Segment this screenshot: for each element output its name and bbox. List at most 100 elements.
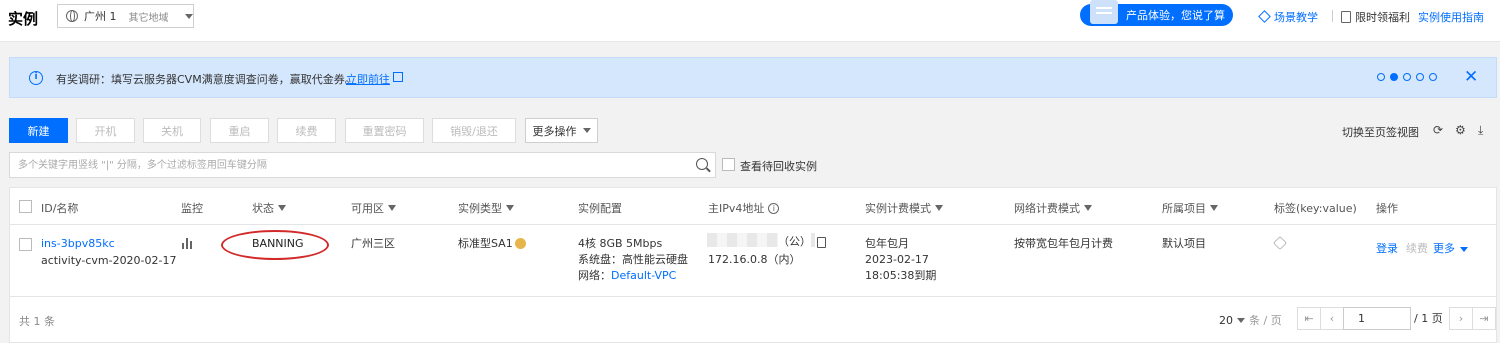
header-network-billing[interactable]: 网络计费模式	[1014, 200, 1092, 216]
monitor-chart-icon[interactable]	[182, 238, 194, 249]
network-billing-value: 按带宽包年包月计费	[1014, 237, 1113, 250]
chevron-down-icon[interactable]	[1460, 247, 1468, 252]
more-actions-button[interactable]: 更多操作	[525, 118, 598, 143]
page-title: 实例	[8, 10, 39, 28]
filter-icon[interactable]	[1084, 205, 1092, 211]
start-button[interactable]: 开机	[76, 118, 135, 143]
page-input[interactable]: 1	[1343, 307, 1411, 330]
external-link-icon[interactable]	[393, 72, 403, 82]
divider	[10, 296, 1496, 297]
vpc-link[interactable]: Default-VPC	[611, 267, 676, 284]
region-label: 广州 1	[84, 10, 117, 23]
header-actions: 操作	[1376, 200, 1398, 216]
carousel-dot-active[interactable]	[1390, 73, 1398, 81]
download-icon[interactable]: ⤓	[1478, 124, 1490, 136]
guide-link[interactable]: 实例使用指南	[1418, 9, 1484, 25]
chevron-down-icon	[582, 128, 591, 133]
zone-value: 广州三区	[351, 237, 395, 250]
refresh-icon[interactable]: ⟳	[1433, 124, 1445, 136]
filter-icon[interactable]	[935, 205, 943, 211]
select-all-checkbox[interactable]	[19, 200, 32, 213]
instance-table: ID/名称 监控 状态 可用区 实例类型 实例配置 主IPv4地址 i 实例计费模…	[9, 187, 1497, 343]
page-size-unit: 条 / 页	[1249, 314, 1282, 327]
divider	[10, 224, 1496, 225]
info-icon: i	[29, 71, 43, 85]
billing-expire: 18:05:38到期	[865, 269, 937, 282]
more-actions-label: 更多操作	[532, 124, 577, 138]
header-id-name: ID/名称	[41, 200, 78, 216]
sa1-badge-icon	[515, 238, 526, 249]
header-label: 操作	[1376, 202, 1398, 215]
carousel-dots	[1377, 73, 1437, 81]
renew-link[interactable]: 续费	[1406, 240, 1428, 257]
promo-link[interactable]: 限时领福利	[1341, 9, 1410, 25]
experience-feedback-button[interactable]: 产品体验，您说了算	[1080, 0, 1233, 26]
filter-icon[interactable]	[388, 205, 396, 211]
feedback-chat-icon	[1090, 0, 1118, 24]
carousel-dot[interactable]	[1377, 73, 1385, 81]
notice-link[interactable]: 立即前往	[346, 71, 390, 87]
scene-teaching-link[interactable]: 场景教学	[1258, 9, 1318, 25]
layers-icon	[1258, 11, 1270, 23]
experience-label: 产品体验，您说了算	[1126, 9, 1225, 22]
prev-page-button[interactable]: ‹	[1320, 307, 1344, 330]
copy-icon[interactable]	[817, 237, 826, 248]
search-input[interactable]	[10, 153, 670, 177]
header-tags: 标签(key:value)	[1274, 200, 1357, 216]
recycle-label: 查看待回收实例	[740, 160, 817, 173]
header-label: ID/名称	[41, 202, 79, 215]
header-ipv4: 主IPv4地址 i	[708, 200, 780, 216]
header-label: 实例计费模式	[865, 202, 931, 215]
private-ip: 172.16.0.8（内）	[708, 253, 801, 266]
divider	[1332, 10, 1333, 22]
row-checkbox[interactable]	[19, 238, 32, 251]
close-icon[interactable]: ✕	[1464, 67, 1478, 87]
config-line-1: 4核 8GB 5Mbps	[578, 237, 663, 250]
restart-button[interactable]: 重启	[210, 118, 269, 143]
reset-password-button[interactable]: 重置密码	[345, 118, 424, 143]
page-size-selector[interactable]: 20 条 / 页	[1219, 312, 1282, 328]
renew-button[interactable]: 续费	[277, 118, 336, 143]
help-icon[interactable]: i	[768, 202, 780, 214]
instance-id-link[interactable]: ins-3bpv85kc	[41, 235, 115, 252]
config-line-2: 系统盘：高性能云硬盘	[578, 253, 688, 266]
filter-icon[interactable]	[506, 205, 514, 211]
filter-icon[interactable]	[1210, 205, 1218, 211]
header-label: 监控	[181, 202, 203, 215]
header-project[interactable]: 所属项目	[1162, 200, 1218, 216]
carousel-dot[interactable]	[1429, 73, 1437, 81]
header-status[interactable]: 状态	[252, 200, 286, 216]
notice-text: 有奖调研：填写云服务器CVM满意度调查问卷，赢取代金券。	[56, 73, 356, 86]
last-page-button[interactable]: ⇥	[1472, 307, 1496, 330]
search-icon[interactable]	[696, 158, 708, 170]
carousel-dot[interactable]	[1403, 73, 1411, 81]
region-selector[interactable]: 广州 1 其它地域	[57, 4, 194, 28]
survey-notice-banner: i 有奖调研：填写云服务器CVM满意度调查问卷，赢取代金券。 立即前往 ✕	[9, 57, 1497, 98]
page-total: / 1 页	[1414, 312, 1443, 325]
header-label: 所属项目	[1162, 202, 1206, 215]
document-icon	[1341, 11, 1351, 23]
shutdown-button[interactable]: 关机	[143, 118, 201, 143]
status-badge: BANNING	[252, 237, 304, 250]
instance-name: activity-cvm-2020-02-17	[41, 254, 177, 267]
header-zone[interactable]: 可用区	[351, 200, 396, 216]
login-link[interactable]: 登录	[1376, 240, 1398, 257]
other-regions-label: 其它地域	[128, 12, 169, 24]
create-button[interactable]: 新建	[9, 118, 68, 143]
instance-type-value: 标准型SA1	[458, 237, 513, 250]
first-page-button[interactable]: ⇤	[1297, 307, 1321, 330]
search-box	[9, 152, 716, 178]
header-monitor: 监控	[181, 200, 203, 216]
recycle-checkbox[interactable]	[722, 158, 735, 171]
filter-icon[interactable]	[278, 205, 286, 211]
header-label: 可用区	[351, 202, 384, 215]
header-type[interactable]: 实例类型	[458, 200, 514, 216]
gear-icon[interactable]: ⚙	[1455, 124, 1467, 136]
switch-tab-view-link[interactable]: 切换至页签视图	[1342, 124, 1419, 140]
tag-icon[interactable]	[1272, 235, 1288, 251]
destroy-return-button[interactable]: 销毁/退还	[432, 118, 516, 143]
next-page-button[interactable]: ›	[1449, 307, 1473, 330]
more-link[interactable]: 更多	[1433, 240, 1455, 257]
carousel-dot[interactable]	[1416, 73, 1424, 81]
header-billing[interactable]: 实例计费模式	[865, 200, 943, 216]
